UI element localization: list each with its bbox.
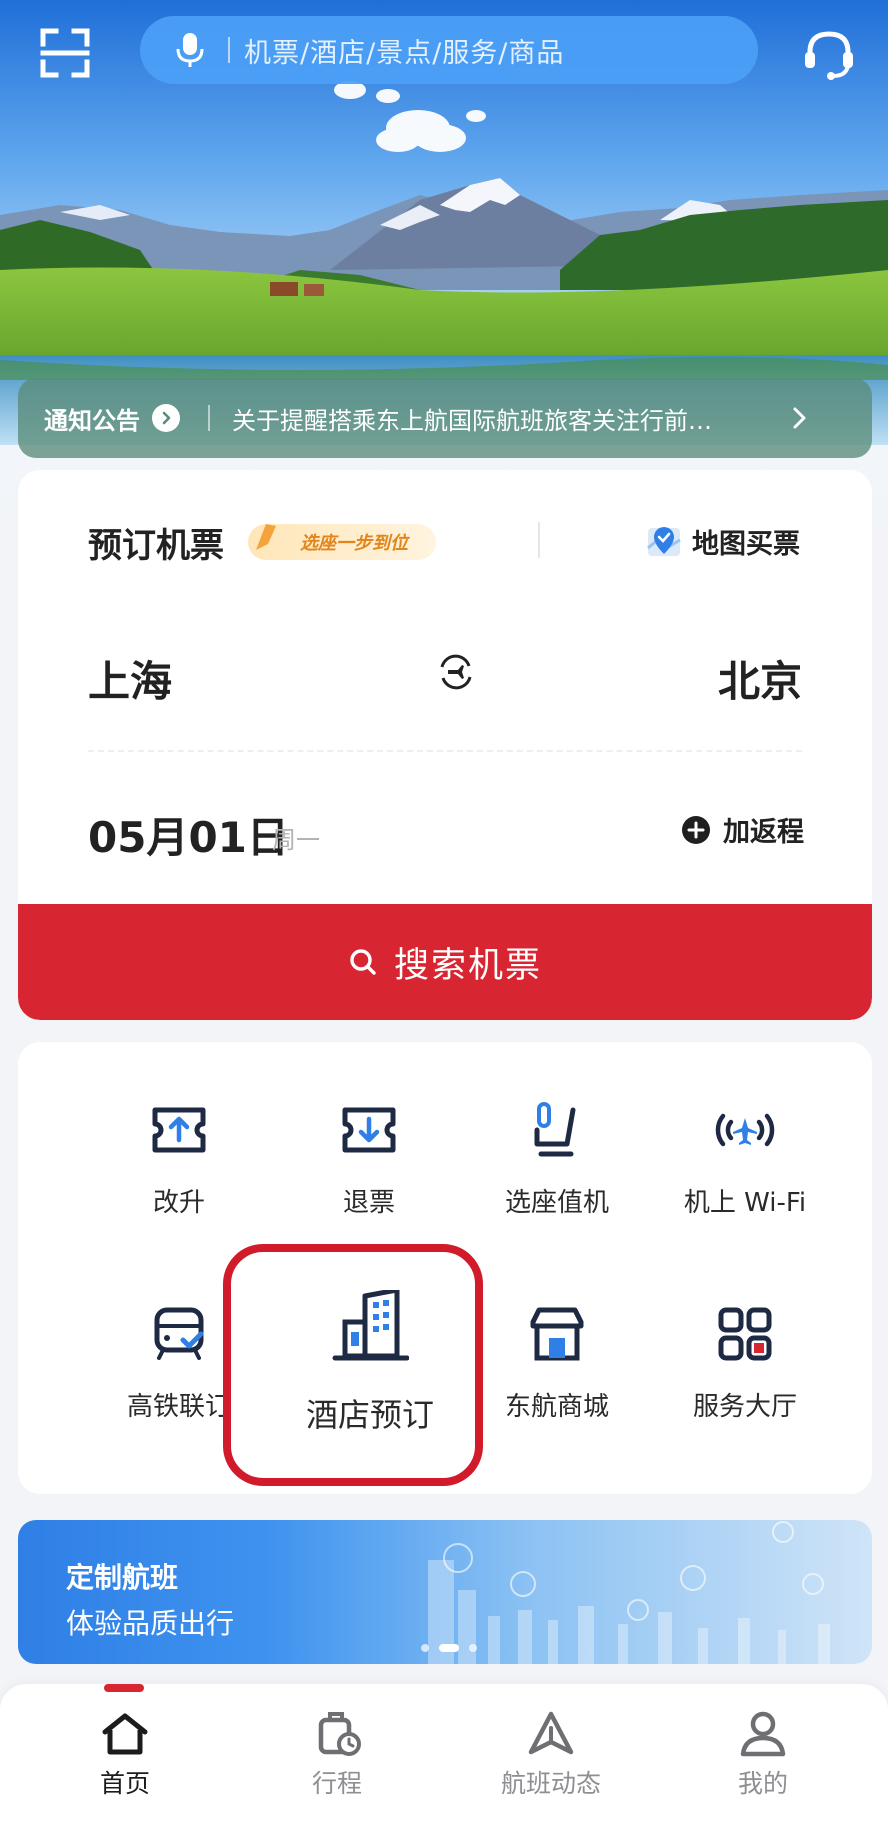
tab-label: 行程 bbox=[311, 1769, 362, 1798]
service-upgrade[interactable]: 改升 bbox=[84, 1100, 274, 1219]
tab-home[interactable]: 首页 bbox=[50, 1710, 200, 1800]
home-icon bbox=[102, 1713, 148, 1755]
add-return-button[interactable]: 加返程 bbox=[681, 810, 804, 849]
seat-checkin-icon bbox=[534, 1102, 576, 1157]
service-inflight-wifi[interactable]: 机上 Wi-Fi bbox=[650, 1100, 840, 1219]
tab-profile[interactable]: 我的 bbox=[688, 1710, 838, 1800]
chevron-right-circle-icon bbox=[152, 404, 180, 432]
carousel-dots bbox=[416, 1644, 482, 1652]
service-label: 服务大厅 bbox=[692, 1392, 797, 1422]
search-bar[interactable]: 机票/酒店/景点/服务/商品 bbox=[140, 16, 758, 84]
upgrade-ticket-icon bbox=[152, 1107, 206, 1153]
service-store[interactable]: 东航商城 bbox=[462, 1304, 652, 1423]
plane-icon bbox=[528, 1711, 574, 1755]
plus-circle-icon bbox=[682, 815, 710, 844]
store-icon bbox=[530, 1307, 584, 1361]
swap-cities-icon[interactable] bbox=[436, 652, 476, 692]
custom-flight-banner[interactable]: 定制航班 体验品质出行 bbox=[18, 1520, 872, 1664]
departure-city[interactable]: 上海 bbox=[88, 648, 172, 709]
customer-service-icon[interactable] bbox=[800, 26, 858, 84]
service-label: 机上 Wi-Fi bbox=[683, 1188, 807, 1218]
refund-ticket-icon bbox=[342, 1107, 396, 1153]
active-tab-indicator bbox=[104, 1684, 144, 1692]
seat-selection-badge-text: 选座一步到位 bbox=[300, 533, 410, 554]
service-refund[interactable]: 退票 bbox=[274, 1100, 464, 1219]
notice-divider bbox=[208, 405, 210, 431]
highlight-annotation bbox=[223, 1244, 483, 1486]
header-divider bbox=[538, 522, 540, 558]
carousel-dot-active bbox=[439, 1644, 459, 1652]
tab-label: 首页 bbox=[99, 1769, 150, 1798]
add-return-label: 加返程 bbox=[723, 817, 804, 848]
user-icon bbox=[740, 1711, 786, 1757]
carousel-dot bbox=[421, 1644, 429, 1652]
departure-weekday: 周一 bbox=[272, 826, 320, 854]
service-label: 选座值机 bbox=[504, 1188, 609, 1218]
services-grid: 改升 退票 选座值机 机上 Wi-Fi 高铁联订 酒店预订 东航商城 服务大厅 bbox=[18, 1042, 872, 1494]
service-label: 改升 bbox=[152, 1188, 205, 1218]
service-label: 东航商城 bbox=[504, 1392, 609, 1422]
notice-text: 关于提醒搭乘东上航国际航班旅客关注行前… bbox=[232, 406, 712, 435]
scan-icon[interactable] bbox=[40, 28, 90, 78]
service-hall[interactable]: 服务大厅 bbox=[650, 1304, 840, 1423]
chevron-right-icon[interactable] bbox=[790, 403, 810, 433]
map-buy-button[interactable]: 地图买票 bbox=[646, 522, 800, 561]
tab-label: 我的 bbox=[737, 1769, 788, 1798]
search-icon bbox=[350, 949, 376, 975]
map-buy-label: 地图买票 bbox=[692, 529, 800, 560]
banner-subtitle: 体验品质出行 bbox=[66, 1607, 235, 1640]
microphone-icon[interactable] bbox=[170, 30, 210, 70]
tab-flight-status[interactable]: 航班动态 bbox=[476, 1710, 626, 1800]
seat-selection-badge: 选座一步到位 bbox=[248, 524, 436, 560]
search-divider bbox=[228, 37, 230, 63]
banner-title: 定制航班 bbox=[66, 1561, 179, 1594]
service-seat-checkin[interactable]: 选座值机 bbox=[462, 1100, 652, 1219]
search-flights-button[interactable]: 搜索机票 bbox=[18, 904, 872, 1020]
map-pin-icon bbox=[647, 526, 681, 556]
bottom-tab-bar: 首页 行程 航班动态 我的 bbox=[0, 1684, 888, 1837]
search-flights-label: 搜索机票 bbox=[393, 945, 542, 986]
dashed-divider bbox=[88, 750, 802, 752]
arrival-city[interactable]: 北京 bbox=[718, 648, 802, 709]
inflight-wifi-icon bbox=[715, 1113, 775, 1147]
notice-bar[interactable]: 通知公告 关于提醒搭乘东上航国际航班旅客关注行前… bbox=[18, 378, 872, 458]
booking-title: 预订机票 bbox=[88, 526, 224, 566]
luggage-icon bbox=[318, 1712, 361, 1756]
tab-itinerary[interactable]: 行程 bbox=[262, 1710, 412, 1800]
search-placeholder: 机票/酒店/景点/服务/商品 bbox=[244, 37, 565, 69]
notice-title: 通知公告 bbox=[44, 406, 140, 435]
train-icon bbox=[154, 1307, 204, 1360]
service-label: 退票 bbox=[342, 1188, 395, 1218]
flight-booking-card: 预订机票 选座一步到位 地图买票 上海 北京 05月01日 周一 加返程 搜索机… bbox=[18, 470, 872, 1020]
departure-date[interactable]: 05月01日 bbox=[88, 804, 289, 865]
top-bar: 机票/酒店/景点/服务/商品 bbox=[0, 14, 888, 84]
tab-label: 航班动态 bbox=[500, 1769, 601, 1798]
grid-apps-icon bbox=[718, 1307, 772, 1361]
carousel-dot bbox=[469, 1644, 477, 1652]
